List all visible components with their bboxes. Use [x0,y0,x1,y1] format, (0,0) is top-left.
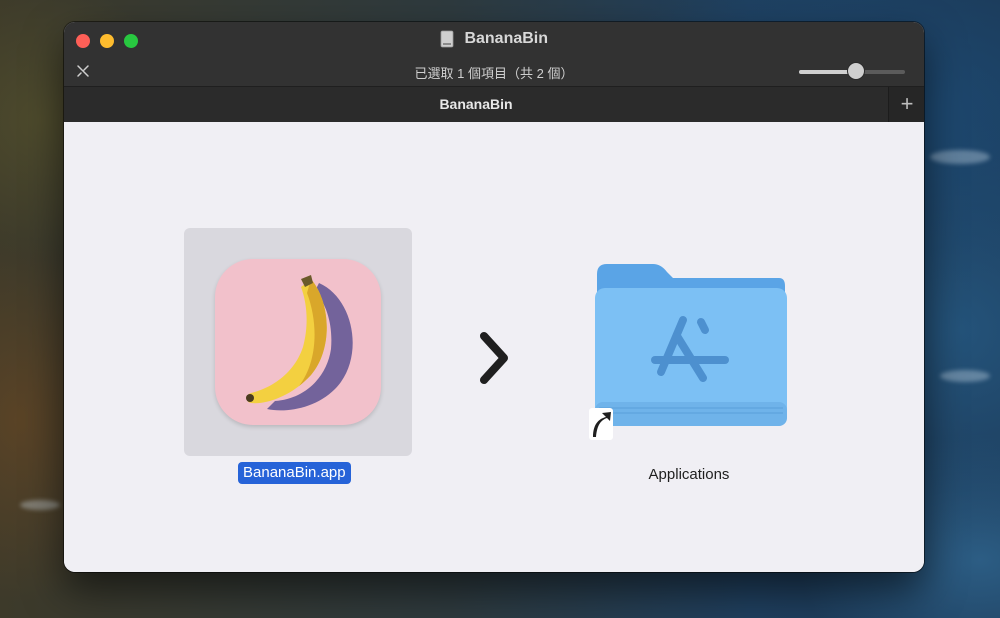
bananabin-app-item[interactable] [184,228,412,456]
window-title: BananaBin [464,30,549,47]
disk-image-icon [440,30,454,48]
icon-size-slider[interactable] [799,62,905,82]
selection-status: 已選取 1 個項目（共 2 個） [414,66,574,81]
finder-window: BananaBin 已選取 1 個項目（共 2 個） BananaBin + B… [64,22,924,572]
chevron-right-icon [480,332,508,384]
desktop-wallpaper-detail [940,370,990,382]
desktop-wallpaper-detail [20,500,60,510]
tab-bar: BananaBin + [64,86,924,122]
desktop-wallpaper-detail [930,150,990,164]
banana-app-icon [215,259,381,425]
tab-bananabin[interactable]: BananaBin [64,87,888,122]
bananabin-app-label[interactable]: BananaBin.app [238,462,351,484]
slider-knob[interactable] [847,62,866,80]
applications-folder-label[interactable]: Applications [624,466,754,483]
folder-content-area: BananaBin.app Applications [64,122,924,572]
banana-icon [246,275,353,411]
applications-folder-icon[interactable] [591,260,789,430]
window-title-group: BananaBin [64,30,924,48]
alias-arrow-icon [589,408,613,440]
new-tab-button[interactable]: + [888,87,924,122]
